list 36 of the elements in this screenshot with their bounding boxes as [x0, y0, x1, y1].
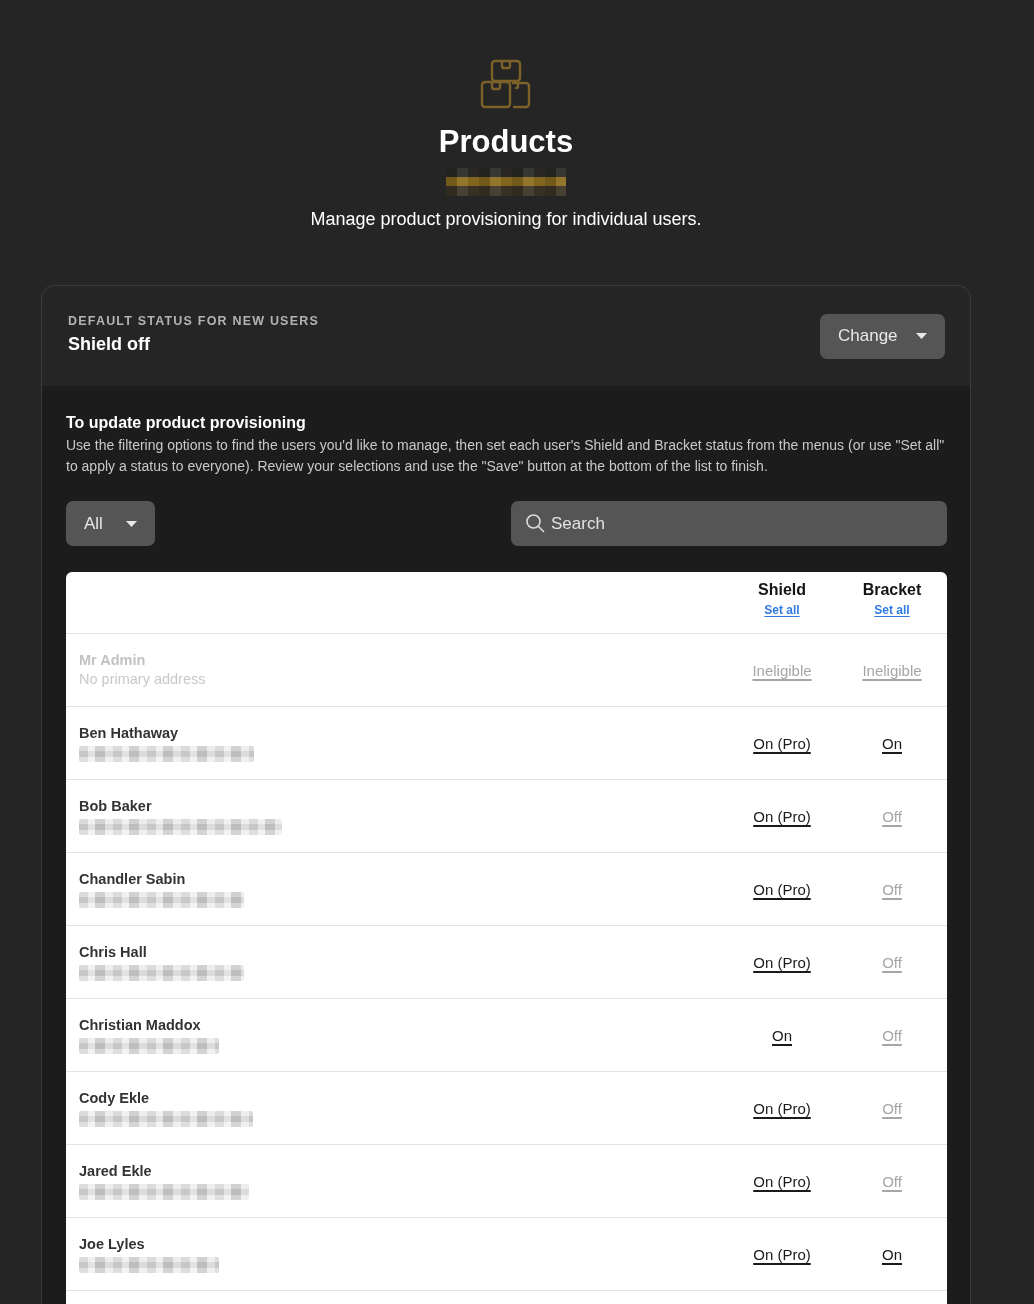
status-link[interactable]: On (Pro)	[753, 1172, 811, 1192]
user-name: Christian Maddox	[79, 1016, 201, 1035]
user-name: Cody Ekle	[79, 1089, 150, 1108]
page-title: Products	[438, 124, 574, 160]
status-link[interactable]: On	[882, 734, 902, 754]
set-all-link[interactable]: Set all	[874, 602, 910, 618]
instructions-text: Use the filtering options to find the users you'd like to manage, then set each user's Shield and Bracket status from the menus (or use "Set all" to apply a status to everyone). Review your selections and use the "Save" button at the bottom of the list to finish.	[66, 436, 946, 476]
user-name: Mr Admin	[79, 651, 146, 670]
default-status-value: Shield off	[68, 332, 151, 356]
filter-dropdown[interactable]: All	[66, 501, 155, 546]
status-link[interactable]: On (Pro)	[753, 1099, 811, 1119]
instructions-title: To update product provisioning	[66, 413, 307, 433]
user-name: Chris Hall	[79, 943, 147, 962]
user-name: Bob Baker	[79, 797, 152, 816]
status-link[interactable]: On (Pro)	[753, 880, 811, 900]
user-name: Ben Hathaway	[79, 724, 179, 743]
search-icon	[525, 513, 545, 533]
user-name: Jared Ekle	[79, 1162, 152, 1181]
status-link[interactable]: On (Pro)	[753, 807, 811, 827]
column-header: Shield	[758, 580, 806, 600]
caret-icon	[126, 520, 137, 527]
status-link[interactable]: On (Pro)	[753, 953, 811, 973]
status-link[interactable]: On (Pro)	[753, 734, 811, 754]
column-header: Bracket	[862, 580, 922, 600]
change-button[interactable]: Change	[820, 313, 945, 359]
status-link[interactable]: On (Pro)	[753, 1245, 811, 1265]
page-subtitle: Manage product provisioning for individual users.	[310, 208, 702, 230]
user-name: Joe Lyles	[79, 1235, 145, 1254]
caret-icon	[916, 333, 927, 339]
search-field[interactable]: Search	[511, 501, 947, 546]
status-link[interactable]: On	[882, 1245, 902, 1265]
boxes-icon	[480, 58, 532, 110]
status-link[interactable]: On	[772, 1026, 792, 1046]
default-status-label: DEFAULT STATUS FOR NEW USERS	[68, 312, 319, 329]
set-all-link[interactable]: Set all	[764, 602, 800, 618]
user-name: Chandler Sabin	[79, 870, 186, 889]
